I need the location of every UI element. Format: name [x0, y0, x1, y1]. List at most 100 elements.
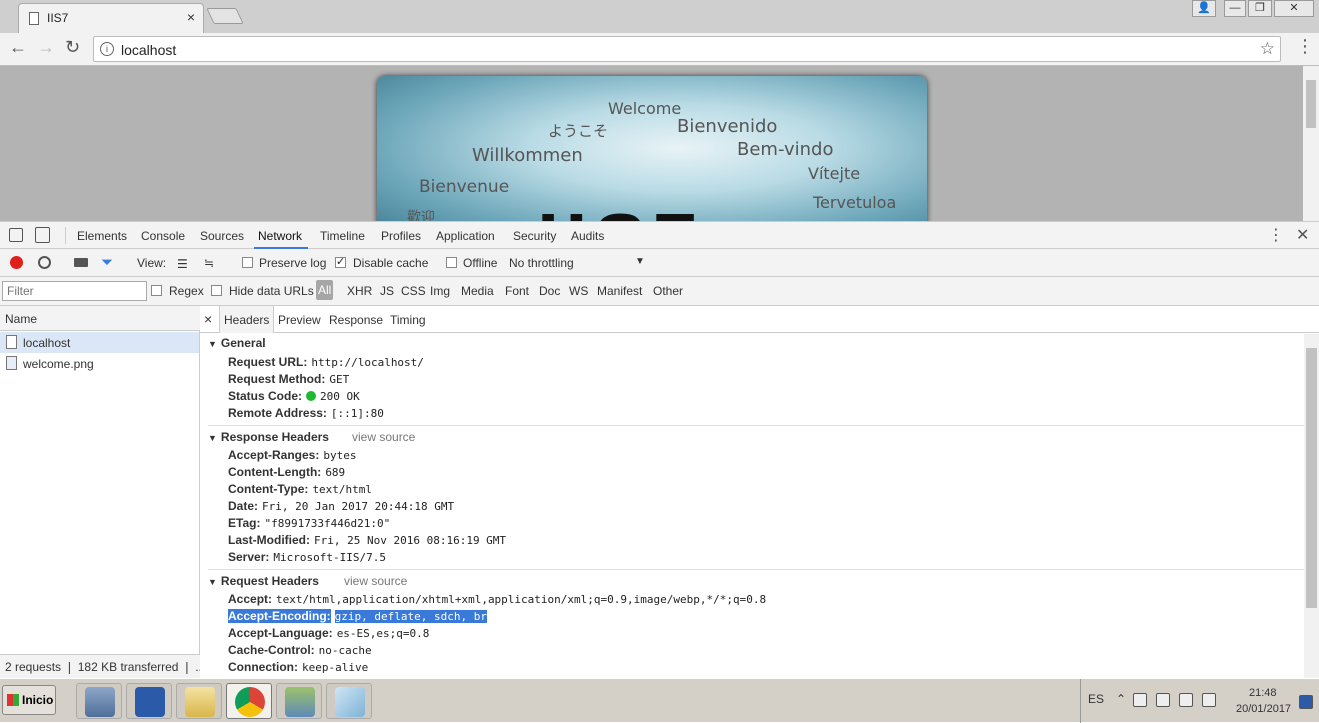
inspect-element-icon[interactable]: [9, 228, 23, 242]
record-icon[interactable]: [10, 256, 23, 269]
show-hidden-icons-icon[interactable]: ⌃: [1116, 692, 1126, 706]
preserve-log-checkbox[interactable]: [242, 257, 253, 268]
tab-application[interactable]: Application: [436, 229, 495, 243]
tab-network[interactable]: Network: [258, 229, 302, 243]
close-window-button[interactable]: ✕: [1274, 0, 1314, 17]
type-filter-media[interactable]: Media: [461, 284, 494, 298]
header-value: Fri, 20 Jan 2017 20:44:18 GMT: [262, 500, 455, 513]
taskbar-chrome[interactable]: [226, 683, 272, 719]
page-scrollbar[interactable]: [1303, 66, 1319, 221]
close-detail-icon[interactable]: ×: [204, 311, 212, 327]
detail-scrollbar[interactable]: [1304, 334, 1319, 678]
network-icon[interactable]: [1179, 693, 1193, 707]
flag-icon[interactable]: [1133, 693, 1147, 707]
clear-icon[interactable]: [38, 256, 51, 269]
hide-data-urls-checkbox[interactable]: [211, 285, 222, 296]
divider: [65, 227, 66, 244]
header-key: Server:: [228, 550, 270, 564]
taskbar-explorer[interactable]: [176, 683, 222, 719]
menu-kebab-icon[interactable]: ⋮: [1296, 36, 1314, 57]
filter-input[interactable]: [2, 281, 147, 301]
welcome-word: Vítejte: [808, 164, 861, 183]
type-filter-manifest[interactable]: Manifest: [597, 284, 642, 298]
type-filter-js[interactable]: JS: [380, 284, 394, 298]
header-row: Status Code: 200 OK: [228, 389, 360, 403]
type-filter-css[interactable]: CSS: [401, 284, 426, 298]
back-arrow-icon[interactable]: ←: [9, 37, 27, 58]
scrollbar-thumb[interactable]: [1306, 348, 1317, 608]
tab-preview[interactable]: Preview: [278, 313, 321, 327]
welcome-word: Willkommen: [472, 145, 583, 166]
scrollbar-thumb[interactable]: [1306, 80, 1316, 128]
overview-icon[interactable]: ≒: [204, 256, 214, 270]
info-icon[interactable]: i: [100, 42, 114, 56]
type-filter-img[interactable]: Img: [430, 284, 450, 298]
tab-title: IIS7: [47, 11, 69, 25]
header-key: Remote Address:: [228, 406, 327, 420]
header-key: Content-Length:: [228, 465, 322, 479]
browser-tab[interactable]: IIS7 ×: [18, 3, 204, 33]
type-filter-font[interactable]: Font: [505, 284, 529, 298]
profile-button[interactable]: 👤: [1192, 0, 1216, 17]
language-indicator[interactable]: ES: [1088, 692, 1104, 706]
forward-arrow-icon[interactable]: →: [37, 37, 55, 58]
taskbar-iis-manager[interactable]: [276, 683, 322, 719]
request-row[interactable]: localhost: [0, 332, 199, 353]
chevron-down-icon[interactable]: ▼: [635, 256, 645, 267]
type-filter-ws[interactable]: WS: [569, 284, 588, 298]
type-filter-other[interactable]: Other: [653, 284, 683, 298]
taskbar-notepad[interactable]: [326, 683, 372, 719]
taskbar-powershell[interactable]: [126, 683, 172, 719]
taskbar-server-manager[interactable]: [76, 683, 122, 719]
tab-timeline[interactable]: Timeline: [320, 229, 365, 243]
large-rows-icon[interactable]: ☰: [177, 257, 188, 271]
tab-sources[interactable]: Sources: [200, 229, 244, 243]
bookmark-star-icon[interactable]: ☆: [1260, 39, 1275, 59]
address-bar[interactable]: i localhost ☆: [93, 36, 1281, 62]
tab-profiles[interactable]: Profiles: [381, 229, 421, 243]
header-key: Status Code:: [228, 389, 303, 403]
tab-close-button[interactable]: ×: [187, 9, 195, 25]
name-column-header[interactable]: Name: [5, 312, 37, 326]
tab-response[interactable]: Response: [329, 313, 383, 327]
devtools-menu-icon[interactable]: ⋮: [1268, 225, 1284, 245]
minimize-button[interactable]: —: [1224, 0, 1246, 17]
device-toolbar-icon[interactable]: [35, 227, 50, 243]
general-section-toggle[interactable]: ▼ General: [208, 336, 266, 350]
type-filter-xhr[interactable]: XHR: [347, 284, 372, 298]
section-title: General: [220, 336, 266, 350]
capture-screenshots-icon[interactable]: [74, 258, 88, 267]
request-headers-toggle[interactable]: ▼ Request Headers: [208, 574, 319, 588]
volume-muted-icon[interactable]: [1202, 693, 1216, 707]
offline-checkbox[interactable]: [446, 257, 457, 268]
request-row[interactable]: welcome.png: [0, 353, 199, 374]
type-filter-doc[interactable]: Doc: [539, 284, 560, 298]
restore-button[interactable]: ❐: [1248, 0, 1272, 17]
view-source-link[interactable]: view source: [344, 574, 407, 588]
disable-cache-checkbox[interactable]: [335, 255, 346, 268]
new-tab-button[interactable]: [206, 8, 244, 24]
throttling-select[interactable]: No throttling: [509, 256, 574, 270]
disable-cache-label: Disable cache: [353, 256, 429, 270]
type-filter-all[interactable]: All: [316, 280, 334, 300]
header-key: Connection:: [228, 660, 298, 674]
reload-icon[interactable]: ↻: [65, 37, 80, 58]
view-source-link[interactable]: view source: [352, 430, 415, 444]
tab-audits[interactable]: Audits: [571, 229, 604, 243]
header-key: Accept-Ranges:: [228, 448, 320, 462]
tab-console[interactable]: Console: [141, 229, 185, 243]
start-button[interactable]: Inicio: [2, 685, 56, 715]
tab-security[interactable]: Security: [513, 229, 556, 243]
header-value: [::1]:80: [330, 407, 384, 420]
regex-checkbox[interactable]: [151, 285, 162, 296]
clock-time[interactable]: 21:48: [1249, 687, 1277, 699]
tab-timing[interactable]: Timing: [390, 313, 426, 327]
tab-headers[interactable]: Headers: [219, 306, 275, 333]
response-headers-toggle[interactable]: ▼ Response Headers: [208, 430, 329, 444]
device-icon[interactable]: [1156, 693, 1170, 707]
show-desktop-icon[interactable]: [1299, 695, 1313, 709]
filter-icon[interactable]: ⏷: [101, 254, 113, 271]
tab-elements[interactable]: Elements: [77, 229, 127, 243]
clock-date[interactable]: 20/01/2017: [1236, 703, 1291, 715]
close-devtools-icon[interactable]: ✕: [1296, 225, 1309, 245]
